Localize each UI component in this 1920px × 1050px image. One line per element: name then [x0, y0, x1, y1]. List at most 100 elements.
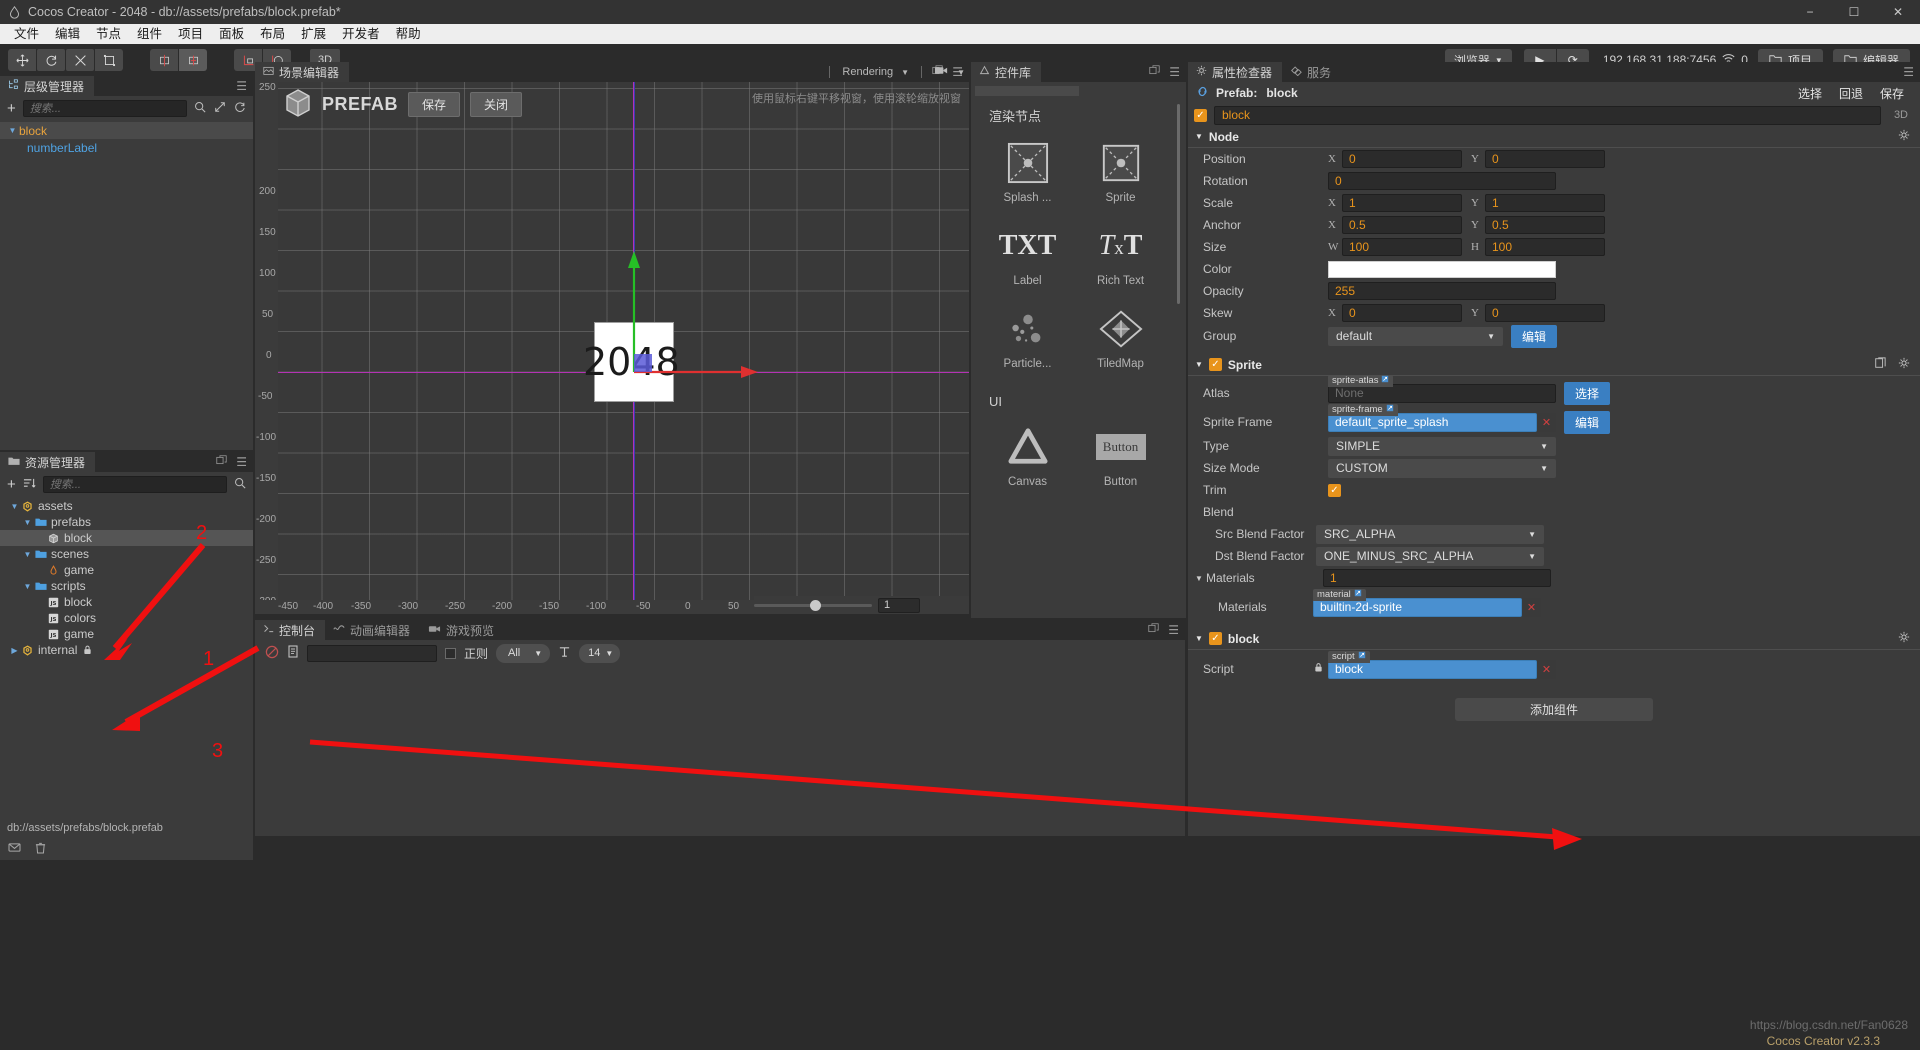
tab-game-preview[interactable]: 游戏预览	[420, 620, 504, 640]
trash-icon[interactable]	[35, 842, 46, 857]
trim-checkbox[interactable]: ✓	[1328, 484, 1341, 497]
atlas-asset-field[interactable]: sprite-atlas None	[1328, 384, 1556, 403]
chevron-down-icon[interactable]: ▼	[8, 502, 21, 511]
scale-x-input[interactable]: 1	[1342, 194, 1462, 212]
script-enabled-checkbox[interactable]: ✓	[1209, 632, 1222, 645]
prefab-close-button[interactable]: 关闭	[470, 92, 522, 117]
prefab-save-button[interactable]: 保存	[408, 92, 460, 117]
external-link-icon[interactable]	[1386, 404, 1394, 415]
gear-icon[interactable]	[1898, 129, 1910, 144]
size-mode-select[interactable]: CUSTOM ▼	[1328, 459, 1556, 478]
script-section-header[interactable]: ▼ ✓ block	[1188, 628, 1920, 650]
materials-count-input[interactable]: 1	[1323, 569, 1551, 587]
script-clear-button[interactable]: ✕	[1537, 660, 1556, 679]
tab-console[interactable]: 控制台	[255, 620, 325, 640]
menu-developer[interactable]: 开发者	[334, 25, 388, 43]
sprite-frame-edit-button[interactable]: 编辑	[1564, 411, 1610, 434]
panel-menu-icon[interactable]: ☰	[1168, 623, 1179, 637]
scene-canvas[interactable]: PREFAB 保存 关闭 使用鼠标右键平移视窗，使用滚轮缩放视窗 2048	[278, 82, 969, 600]
widget-item-particle[interactable]: Particle...	[995, 305, 1060, 370]
search-icon[interactable]	[234, 477, 246, 492]
refresh-icon[interactable]	[234, 101, 246, 116]
external-link-icon[interactable]	[1381, 375, 1389, 386]
tab-services[interactable]: 服务	[1282, 62, 1341, 82]
menu-extension[interactable]: 扩展	[293, 25, 334, 43]
asset-row-scenes[interactable]: ▼ scenes	[0, 546, 253, 562]
size-w-input[interactable]: 100	[1342, 238, 1462, 256]
materials-clear-button[interactable]: ✕	[1522, 598, 1541, 617]
dst-blend-select[interactable]: ONE_MINUS_SRC_ALPHA ▼	[1316, 547, 1544, 566]
widget-item-canvas[interactable]: Canvas	[995, 423, 1060, 488]
sort-icon[interactable]	[23, 477, 36, 492]
menu-edit[interactable]: 编辑	[47, 25, 88, 43]
menu-component[interactable]: 组件	[129, 25, 170, 43]
node-enabled-checkbox[interactable]: ✓	[1194, 109, 1207, 122]
zoom-value-input[interactable]: 1	[878, 598, 920, 613]
group-edit-button[interactable]: 编辑	[1511, 325, 1557, 348]
widget-item-button[interactable]: Button Button	[1088, 423, 1153, 488]
external-link-icon[interactable]	[1354, 589, 1362, 600]
panel-menu-icon[interactable]: ☰	[1903, 65, 1914, 79]
menu-panel[interactable]: 面板	[211, 25, 252, 43]
anchor-y-input[interactable]: 0.5	[1485, 216, 1605, 234]
widget-library-scrollbar[interactable]	[1177, 104, 1180, 304]
add-component-button[interactable]: 添加组件	[1455, 698, 1653, 721]
gear-icon[interactable]	[1898, 357, 1910, 372]
widget-item-tiledmap[interactable]: TiledMap	[1088, 305, 1153, 370]
asset-row-game-script[interactable]: JS game	[0, 626, 253, 642]
type-select[interactable]: SIMPLE ▼	[1328, 437, 1556, 456]
regex-checkbox[interactable]	[445, 648, 456, 659]
scale-y-input[interactable]: 1	[1485, 194, 1605, 212]
log-level-select[interactable]: All ▼	[496, 644, 550, 663]
widget-item-splash[interactable]: Splash ...	[995, 139, 1060, 204]
hierarchy-search-input[interactable]: 搜索...	[23, 100, 187, 117]
rotation-input[interactable]: 0	[1328, 172, 1556, 190]
position-y-input[interactable]: 0	[1485, 150, 1605, 168]
panel-popout-icon[interactable]	[216, 455, 227, 469]
add-asset-button[interactable]: +	[7, 477, 16, 492]
skew-y-input[interactable]: 0	[1485, 304, 1605, 322]
chevron-down-icon[interactable]: ▼	[21, 518, 34, 527]
widget-item-label[interactable]: TXT Label	[995, 222, 1060, 287]
tab-animation-editor[interactable]: 动画编辑器	[325, 620, 420, 640]
panel-popout-icon[interactable]	[1148, 623, 1159, 637]
menu-project[interactable]: 项目	[170, 25, 211, 43]
scene-viewport[interactable]: PREFAB 保存 关闭 使用鼠标右键平移视窗，使用滚轮缩放视窗 2048 25…	[255, 82, 969, 614]
prefab-revert-button[interactable]: 回退	[1839, 85, 1863, 102]
group-select[interactable]: default ▼	[1328, 327, 1503, 346]
panel-menu-icon[interactable]: ☰	[1169, 65, 1180, 79]
hierarchy-node-block[interactable]: ▼ block	[0, 122, 253, 139]
position-x-input[interactable]: 0	[1342, 150, 1462, 168]
move-tool-button[interactable]	[8, 49, 36, 71]
tab-scene-editor[interactable]: 场景编辑器	[255, 62, 349, 82]
chevron-down-icon[interactable]: ▼	[1195, 634, 1203, 643]
chevron-right-icon[interactable]: ▶	[8, 646, 21, 655]
chevron-down-icon[interactable]: ▼	[21, 550, 34, 559]
node-section-header[interactable]: ▼ Node	[1188, 126, 1920, 148]
prefab-select-button[interactable]: 选择	[1798, 85, 1822, 102]
node-3d-label[interactable]: 3D	[1888, 109, 1914, 121]
console-log-list[interactable]	[255, 666, 1185, 836]
render-mode-label[interactable]: Rendering	[842, 66, 893, 78]
notification-icon[interactable]	[8, 842, 21, 856]
atlas-select-button[interactable]: 选择	[1564, 382, 1610, 405]
close-button[interactable]: ✕	[1876, 0, 1920, 24]
scale-tool-button[interactable]	[66, 49, 94, 71]
sprite-enabled-checkbox[interactable]: ✓	[1209, 358, 1222, 371]
skew-x-input[interactable]: 0	[1342, 304, 1462, 322]
tab-inspector[interactable]: 属性检查器	[1188, 62, 1282, 82]
camera-icon[interactable]	[934, 65, 949, 79]
asset-row-internal[interactable]: ▶ internal	[0, 642, 253, 658]
menu-layout[interactable]: 布局	[252, 25, 293, 43]
panel-menu-icon[interactable]: ☰	[236, 79, 247, 93]
chevron-down-icon[interactable]: ▼	[1195, 574, 1206, 583]
color-swatch[interactable]	[1328, 261, 1556, 278]
materials-asset-field[interactable]: material builtin-2d-sprite ✕	[1313, 598, 1541, 617]
sprite-frame-clear-button[interactable]: ✕	[1537, 413, 1556, 432]
help-doc-icon[interactable]	[1874, 357, 1886, 372]
chevron-down-icon[interactable]: ▼	[6, 126, 19, 135]
chevron-down-icon[interactable]: ▼	[1195, 132, 1203, 141]
asset-row-colors-script[interactable]: JS colors	[0, 610, 253, 626]
assets-search-input[interactable]: 搜索...	[43, 476, 227, 493]
asset-row-block-script[interactable]: JS block	[0, 594, 253, 610]
